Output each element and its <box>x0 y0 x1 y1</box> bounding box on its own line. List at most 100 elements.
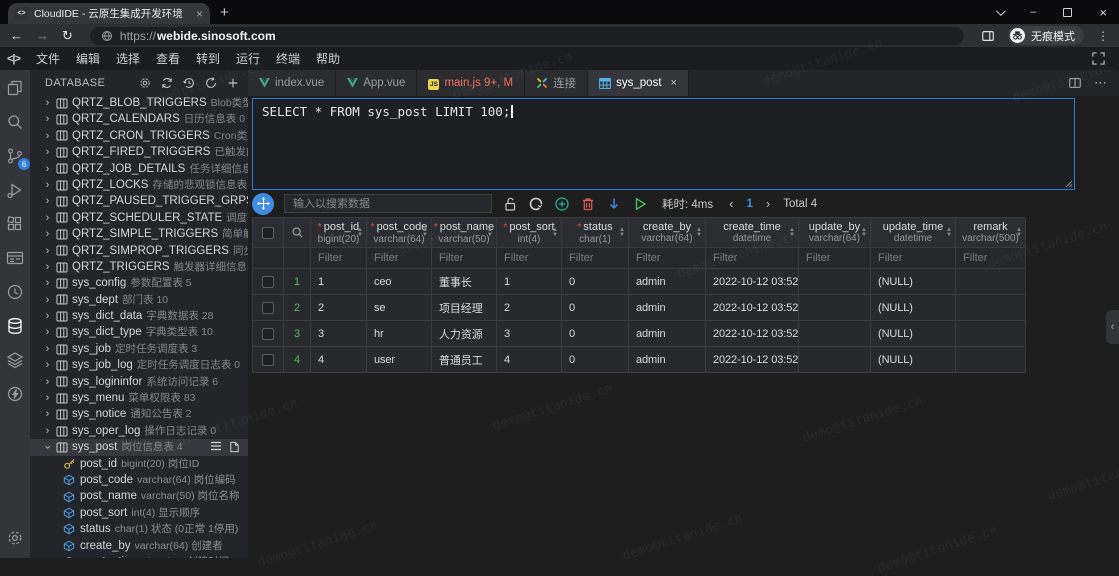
sort-arrows-icon[interactable]: ▲▼ <box>552 228 558 238</box>
sidebar-table-item[interactable]: ›sys_menu菜单权限表 83 <box>30 390 248 406</box>
run-query-icon[interactable] <box>632 196 648 212</box>
explorer-icon[interactable] <box>5 78 25 98</box>
split-editor-icon[interactable] <box>1068 76 1082 90</box>
prev-page-button[interactable]: ‹ <box>729 196 733 211</box>
filter-cell-update_time[interactable] <box>871 248 956 269</box>
performance-icon[interactable] <box>5 384 25 404</box>
menu-item[interactable]: 终端 <box>268 50 308 67</box>
filter-input[interactable] <box>497 252 561 264</box>
sidebar-table-item[interactable]: ›sys_notice通知公告表 2 <box>30 406 248 422</box>
incognito-badge[interactable]: 无痕模式 <box>1008 26 1084 45</box>
table-column-item[interactable]: create_timedatetime 创建时间 <box>30 554 248 558</box>
column-header-create_by[interactable]: create_byvarchar(64)▲▼ <box>629 218 706 248</box>
filter-cell-post_name[interactable] <box>432 248 497 269</box>
sort-arrows-icon[interactable]: ▲▼ <box>1016 228 1022 238</box>
window-minimize-button[interactable]: – <box>1030 7 1036 18</box>
menu-item[interactable]: 文件 <box>28 50 68 67</box>
sidebar-table-item[interactable]: ›QRTZ_CRON_TRIGGERSCron类型... <box>30 128 248 144</box>
data-cell-post_sort[interactable]: 1 <box>497 269 562 295</box>
data-cell-update_time[interactable]: (NULL) <box>871 321 956 347</box>
sidebar-table-item[interactable]: ›QRTZ_LOCKS存储的悲观锁信息表 2 <box>30 177 248 193</box>
view-data-icon[interactable] <box>210 441 222 453</box>
row-checkbox[interactable] <box>262 276 274 288</box>
row-search-cell[interactable] <box>284 218 311 248</box>
sidebar-table-item[interactable]: ›QRTZ_PAUSED_TRIGGER_GRPS暂... <box>30 193 248 209</box>
sidebar-table-item[interactable]: ›sys_config参数配置表 5 <box>30 275 248 291</box>
new-tab-button[interactable]: + <box>220 4 229 21</box>
db-refresh-icon[interactable] <box>204 76 218 90</box>
filter-input[interactable] <box>871 252 955 264</box>
filter-cell-update_by[interactable] <box>799 248 871 269</box>
sidebar-table-item[interactable]: ›QRTZ_JOB_DETAILS任务详细信息... <box>30 161 248 177</box>
filter-input[interactable] <box>562 252 628 264</box>
layers-icon[interactable] <box>5 350 25 370</box>
data-cell-post_id[interactable]: 1 <box>311 269 367 295</box>
data-cell-status[interactable]: 0 <box>562 347 629 373</box>
editor-tab-vue[interactable]: index.vue <box>248 70 336 96</box>
data-cell-post_sort[interactable]: 3 <box>497 321 562 347</box>
data-cell-post_code[interactable]: ceo <box>367 269 432 295</box>
data-cell-update_time[interactable]: (NULL) <box>871 269 956 295</box>
db-sync-icon[interactable] <box>160 76 174 90</box>
table-column-item[interactable]: create_byvarchar(64) 创建者 <box>30 538 248 554</box>
row-checkbox-cell[interactable] <box>253 347 284 373</box>
data-cell-post_sort[interactable]: 2 <box>497 295 562 321</box>
resize-grip-icon[interactable] <box>1064 179 1073 188</box>
column-header-post_id[interactable]: *post_idbigint(20)▲▼ <box>311 218 367 248</box>
menu-item[interactable]: 转到 <box>188 50 228 67</box>
column-header-create_time[interactable]: create_timedatetime▲▼ <box>706 218 799 248</box>
sidebar-table-item[interactable]: ›sys_dept部门表 10 <box>30 292 248 308</box>
filter-cell-remark[interactable] <box>956 248 1026 269</box>
sidebar-table-item[interactable]: ›sys_job定时任务调度表 3 <box>30 341 248 357</box>
current-page[interactable]: 1 <box>746 198 752 210</box>
data-cell-post_code[interactable]: hr <box>367 321 432 347</box>
new-query-icon[interactable] <box>229 441 240 453</box>
editor-tab-connection[interactable]: 连接 <box>525 70 588 96</box>
window-menu-chevron-icon[interactable] <box>996 6 1006 16</box>
filter-cell-status[interactable] <box>562 248 629 269</box>
menu-item[interactable]: 帮助 <box>308 50 348 67</box>
filter-cell-post_code[interactable] <box>367 248 432 269</box>
data-cell-status[interactable]: 0 <box>562 269 629 295</box>
table-row[interactable]: 22se项目经理20admin2022-10-12 03:52:12(NULL) <box>253 295 1025 321</box>
column-header-update_time[interactable]: update_timedatetime▲▼ <box>871 218 956 248</box>
column-header-status[interactable]: *statuschar(1)▲▼ <box>562 218 629 248</box>
window-close-button[interactable]: × <box>1099 7 1107 18</box>
reload-button[interactable]: ↻ <box>62 29 73 42</box>
data-cell-post_code[interactable]: user <box>367 347 432 373</box>
table-column-item[interactable]: statuschar(1) 状态 (0正常 1停用) <box>30 521 248 537</box>
data-cell-update_by[interactable] <box>799 269 871 295</box>
filter-input[interactable] <box>956 252 1025 264</box>
data-cell-create_time[interactable]: 2022-10-12 03:52:12 <box>706 347 799 373</box>
data-cell-post_name[interactable]: 董事长 <box>432 269 497 295</box>
db-add-icon[interactable] <box>226 76 240 90</box>
search-icon[interactable] <box>5 112 25 132</box>
table-column-item[interactable]: post_sortint(4) 显示顺序 <box>30 505 248 521</box>
table-column-item[interactable]: post_namevarchar(50) 岗位名称 <box>30 488 248 504</box>
column-header-remark[interactable]: remarkvarchar(500)▲▼ <box>956 218 1026 248</box>
browser-menu-icon[interactable]: ⋮ <box>1097 29 1109 43</box>
data-cell-post_name[interactable]: 普通员工 <box>432 347 497 373</box>
data-cell-create_time[interactable]: 2022-10-12 03:52:12 <box>706 321 799 347</box>
run-debug-icon[interactable] <box>5 180 25 200</box>
download-icon[interactable] <box>606 196 622 212</box>
db-settings-icon[interactable] <box>138 76 152 90</box>
data-cell-update_time[interactable]: (NULL) <box>871 295 956 321</box>
timeline-icon[interactable] <box>5 282 25 302</box>
data-cell-update_by[interactable] <box>799 321 871 347</box>
data-cell-remark[interactable] <box>956 295 1026 321</box>
add-row-icon[interactable] <box>554 196 570 212</box>
refresh-result-icon[interactable] <box>528 196 544 212</box>
editor-tab-js[interactable]: JSmain.js 9+, M <box>417 70 525 96</box>
sort-arrows-icon[interactable]: ▲▼ <box>357 228 363 238</box>
site-info-globe-icon[interactable] <box>101 30 113 42</box>
column-header-post_name[interactable]: *post_namevarchar(50)▲▼ <box>432 218 497 248</box>
editor-more-actions-icon[interactable]: ⋯ <box>1094 75 1107 91</box>
delete-row-icon[interactable] <box>580 196 596 212</box>
table-row[interactable]: 33hr人力资源30admin2022-10-12 03:52:12(NULL) <box>253 321 1025 347</box>
select-all-checkbox[interactable] <box>262 227 274 239</box>
source-control-icon[interactable]: 6 <box>5 146 25 166</box>
filter-cell-post_sort[interactable] <box>497 248 562 269</box>
row-checkbox-cell[interactable] <box>253 295 284 321</box>
db-history-icon[interactable] <box>182 76 196 90</box>
